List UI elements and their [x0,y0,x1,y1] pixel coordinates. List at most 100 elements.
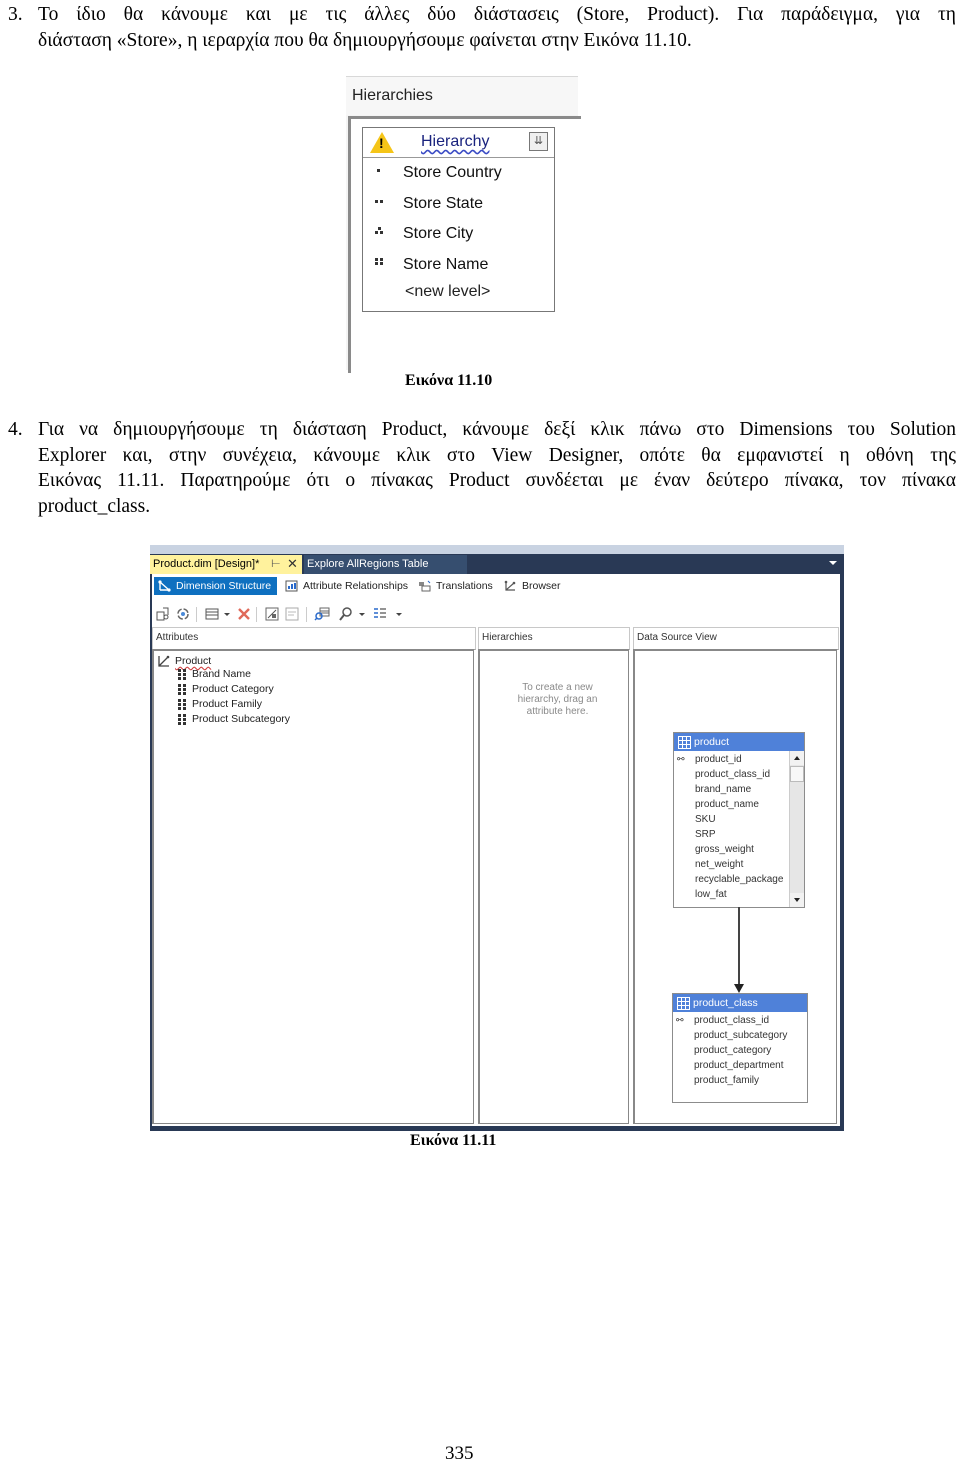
table-scrollbar[interactable] [789,751,804,907]
table-column[interactable]: product_category [694,1045,771,1060]
chevron-double-down-icon[interactable]: ⇊ [529,132,548,151]
list-number: 4. [8,419,23,440]
find-icon[interactable] [338,606,354,622]
attribute-label: Product Category [192,683,274,695]
table-column[interactable]: product_id [695,754,742,769]
attribute-relationships-icon [285,580,298,592]
paragraph-line: διάσταση «Store», η ιεραρχία που θα δημι… [38,29,692,51]
table-column[interactable]: SRP [695,829,716,844]
subtab-label: Attribute Relationships [303,580,409,592]
attribute-icon [178,714,186,726]
figure-11-10-hierarchies-screenshot: Hierarchies Hierarchy ⇊ Store Country St… [346,76,581,373]
hierarchy-box[interactable]: Hierarchy ⇊ Store Country Store State S [362,127,555,312]
figure-caption-11-10: Εικόνα 11.10 [405,372,493,389]
toolbar-separator [196,607,197,622]
toolbar-separator [256,607,257,622]
hierarchy-level[interactable]: Store City [363,220,554,250]
subtab-label: Dimension Structure [176,580,272,592]
hierarchies-panel-header: Hierarchies [478,627,630,650]
hierarchies-drop-panel[interactable]: To create a new hierarchy, drag an attri… [478,649,629,1124]
hierarchy-name[interactable]: Hierarchy [421,133,489,151]
table-column[interactable]: product_name [695,799,759,814]
attribute-icon [178,669,186,681]
page-number: 335 [445,1443,474,1464]
table-column[interactable]: gross_weight [695,844,754,859]
attributes-panel-header: Attributes [152,627,476,650]
warning-icon [370,132,394,153]
scroll-up-icon[interactable] [790,751,804,765]
panel-title: Hierarchies [482,632,533,643]
dsv-panel-header: Data Source View [633,627,839,650]
subtab-browser[interactable]: Browser [500,577,561,595]
table-column[interactable]: net_weight [695,859,743,874]
new-named-query-icon[interactable] [284,606,300,622]
primary-key-icon: ⚯ [676,1015,684,1025]
table-column[interactable]: product_class_id [694,1015,769,1030]
tab-label: Explore AllRegions Table [307,558,429,570]
dimension-structure-icon [158,580,171,592]
paragraph-3: 3. Το ίδιο θα κάνουμε και με τις άλλες δ… [8,2,956,53]
hierarchy-level[interactable]: Store Country [363,159,554,189]
table-column[interactable]: product_department [694,1060,784,1075]
hierarchies-hint: To create a new hierarchy, drag an attri… [480,682,635,718]
subtab-label: Translations [436,580,493,592]
hint-line: attribute here. [526,706,589,717]
refresh-icon[interactable] [175,606,191,622]
table-name: product [694,736,730,748]
new-level-placeholder[interactable]: <new level> [405,283,490,301]
table-column[interactable]: brand_name [695,784,751,799]
delete-icon[interactable] [236,606,252,622]
table-name: product_class [693,997,758,1009]
hierarchy-title-bar: Hierarchy ⇊ [363,128,554,158]
new-named-calculation-icon[interactable] [264,606,280,622]
paragraph-line: Explorer και, στην συνέχεια, κάνουμε κλι… [38,444,956,466]
dropdown-arrow-icon[interactable] [224,613,230,616]
table-header[interactable]: product [674,733,804,751]
relationship-line[interactable] [738,907,740,985]
dropdown-arrow-icon[interactable] [359,613,365,616]
show-table-view-icon[interactable] [204,606,220,622]
table-column[interactable]: product_class_id [695,769,770,784]
hierarchies-pane: Hierarchy ⇊ Store Country Store State S [348,116,581,373]
table-column[interactable]: product_subcategory [694,1030,787,1045]
dropdown-arrow-icon[interactable] [396,613,402,616]
hierarchy-level[interactable]: Store State [363,190,554,220]
attributes-panel: Product Brand Name Product Category Prod… [152,649,474,1124]
subtab-attribute-relationships[interactable]: Attribute Relationships [281,577,408,595]
close-icon[interactable]: ✕ [287,556,298,572]
table-column[interactable]: low_fat [695,889,727,904]
hint-line: hierarchy, drag an [517,694,598,705]
attribute-icon [178,699,186,711]
arrange-list-icon[interactable] [372,606,388,622]
subtab-dimension-structure[interactable]: Dimension Structure [154,577,278,595]
table-icon [678,736,691,749]
pin-icon[interactable]: ⊢ [271,557,281,570]
process-icon[interactable] [155,606,171,622]
table-column[interactable]: recyclable_package [695,874,783,889]
explore-data-icon[interactable] [314,606,330,622]
paragraph-4: 4. Για να δημιουργήσουμε τη διάσταση Pro… [8,417,956,519]
table-icon [677,997,690,1010]
table-column[interactable]: SKU [695,814,716,829]
scroll-down-icon[interactable] [790,893,804,907]
primary-key-icon: ⚯ [677,754,685,764]
tab-overflow-dropdown-icon[interactable] [829,561,837,565]
attribute-label: Product Subcategory [192,713,291,725]
tab-label: Product.dim [Design]* [153,558,260,570]
tab-explore-allregions-table[interactable]: Explore AllRegions Table [304,555,467,574]
designer-subtabs: Dimension Structure Attribute Relationsh… [152,574,840,599]
hierarchy-level[interactable]: Store Name [363,251,554,281]
subtab-translations[interactable]: Translations [414,577,493,595]
table-product-class[interactable]: product_class ⚯ product_class_id product… [672,993,808,1103]
data-source-view-panel: product ⚯ product_id product_class_id br… [633,649,837,1124]
scroll-thumb[interactable] [790,766,804,782]
window-top-strip [150,545,844,554]
hierarchy-level-label: Store Name [403,256,489,273]
toolbar-separator [306,607,307,622]
attribute-label: Product Family [192,698,263,710]
tab-product-dim-design[interactable]: Product.dim [Design]* ⊢ ✕ [150,555,302,574]
table-header[interactable]: product_class [673,994,807,1012]
hierarchy-level-label: Store Country [403,164,502,181]
table-column[interactable]: product_family [694,1075,759,1090]
table-product[interactable]: product ⚯ product_id product_class_id br… [673,732,805,908]
